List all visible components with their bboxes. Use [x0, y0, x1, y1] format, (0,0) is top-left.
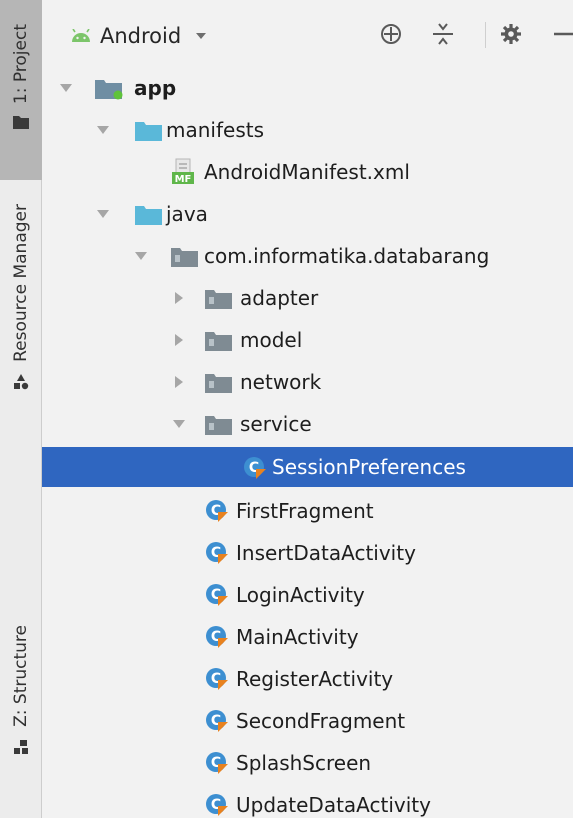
tree-label-android-manifest: AndroidManifest.xml	[204, 160, 410, 184]
tree-label-class: LoginActivity	[236, 583, 365, 607]
minimize-icon[interactable]	[550, 21, 573, 47]
resources-icon	[14, 373, 29, 390]
tree-label-model: model	[240, 328, 303, 352]
kotlin-class-icon: C	[206, 668, 228, 690]
kotlin-class-icon: C	[206, 500, 228, 522]
package-folder-icon	[205, 290, 232, 309]
package-folder-icon	[205, 332, 232, 351]
chevron-down-icon[interactable]	[96, 207, 110, 221]
chevron-down-icon[interactable]	[134, 249, 148, 263]
tree-label-app: app	[134, 76, 177, 100]
chevron-down-icon	[196, 33, 207, 39]
tree-node-class[interactable]: C RegisterActivity	[42, 658, 573, 700]
tree-label-class: FirstFragment	[236, 499, 374, 523]
structure-tool-tab[interactable]: Z: Structure	[0, 625, 42, 795]
tree-label-class: UpdateDataActivity	[236, 793, 431, 817]
android-icon	[72, 29, 90, 42]
folder-icon	[135, 206, 162, 225]
tree-label-class: SplashScreen	[236, 751, 372, 775]
kotlin-class-icon: C	[206, 542, 228, 564]
tree-node-class[interactable]: C LoginActivity	[42, 574, 573, 616]
package-folder-icon	[171, 248, 198, 267]
folder-icon	[135, 122, 162, 141]
tree-label-package: com.informatika.databarang	[204, 244, 490, 268]
resource-manager-tab-label: Resource Manager	[11, 204, 31, 362]
svg-text:MF: MF	[175, 174, 192, 185]
package-folder-icon	[205, 416, 232, 435]
module-folder-icon	[95, 80, 123, 100]
kotlin-class-icon: C	[206, 626, 228, 648]
tree-node-session-preferences[interactable]: C SessionPreferences	[42, 447, 573, 487]
tree-node-adapter[interactable]: adapter	[42, 277, 573, 319]
tree-label-java: java	[166, 202, 208, 226]
chevron-right-icon[interactable]	[172, 291, 186, 305]
tree-label-adapter: adapter	[240, 286, 319, 310]
view-selector-label: Android	[100, 24, 182, 48]
tree-node-class[interactable]: C FirstFragment	[42, 490, 573, 532]
locate-target-icon[interactable]	[378, 21, 404, 47]
structure-tab-label: Z: Structure	[11, 625, 31, 727]
manifest-file-icon: MF	[172, 158, 194, 185]
project-view-selector[interactable]: Android	[70, 22, 207, 50]
chevron-right-icon[interactable]	[172, 333, 186, 347]
tree-label-session-preferences: SessionPreferences	[272, 455, 466, 479]
tree-label-class: InsertDataActivity	[236, 541, 416, 565]
tree-node-network[interactable]: network	[42, 361, 573, 403]
collapse-all-icon[interactable]	[430, 21, 456, 47]
kotlin-class-icon: C	[244, 457, 266, 479]
toolbar-divider	[485, 22, 486, 48]
tree-node-service[interactable]: service	[42, 403, 573, 445]
tree-label-service: service	[240, 412, 312, 436]
tree-node-model[interactable]: model	[42, 319, 573, 361]
folder-icon	[13, 116, 29, 130]
tree-node-class[interactable]: C UpdateDataActivity	[42, 784, 573, 818]
chevron-down-icon[interactable]	[172, 417, 186, 431]
gear-icon[interactable]	[498, 21, 524, 47]
kotlin-class-icon: C	[206, 752, 228, 774]
chevron-down-icon[interactable]	[59, 81, 73, 95]
project-tab-label: 1: Project	[11, 24, 31, 105]
package-folder-icon	[205, 374, 232, 393]
project-tree: app manifests MF AndroidManifest.xml jav…	[42, 66, 573, 818]
tree-label-manifests: manifests	[166, 118, 264, 142]
tool-window-strip: 1: Project Resource Manager Z: Structure	[0, 0, 42, 818]
project-toolbar: Android	[42, 0, 573, 66]
tree-node-class[interactable]: C SecondFragment	[42, 700, 573, 742]
tree-label-network: network	[240, 370, 322, 394]
chevron-right-icon[interactable]	[172, 375, 186, 389]
kotlin-class-icon: C	[206, 710, 228, 732]
tree-node-class[interactable]: C SplashScreen	[42, 742, 573, 784]
tree-node-java[interactable]: java	[42, 193, 573, 235]
kotlin-class-icon: C	[206, 794, 228, 816]
kotlin-class-icon: C	[206, 584, 228, 606]
tree-node-class[interactable]: C MainActivity	[42, 616, 573, 658]
tree-node-class[interactable]: C InsertDataActivity	[42, 532, 573, 574]
tree-node-package[interactable]: com.informatika.databarang	[42, 235, 573, 277]
tree-node-android-manifest[interactable]: MF AndroidManifest.xml	[42, 151, 573, 193]
tree-label-class: SecondFragment	[236, 709, 406, 733]
structure-icon	[14, 739, 28, 754]
tree-label-class: RegisterActivity	[236, 667, 394, 691]
tree-node-app[interactable]: app	[42, 67, 573, 109]
project-tool-tab[interactable]: 1: Project	[0, 0, 42, 180]
tree-node-manifests[interactable]: manifests	[42, 109, 573, 151]
tree-label-class: MainActivity	[236, 625, 359, 649]
resource-manager-tool-tab[interactable]: Resource Manager	[0, 200, 42, 460]
chevron-down-icon[interactable]	[96, 123, 110, 137]
